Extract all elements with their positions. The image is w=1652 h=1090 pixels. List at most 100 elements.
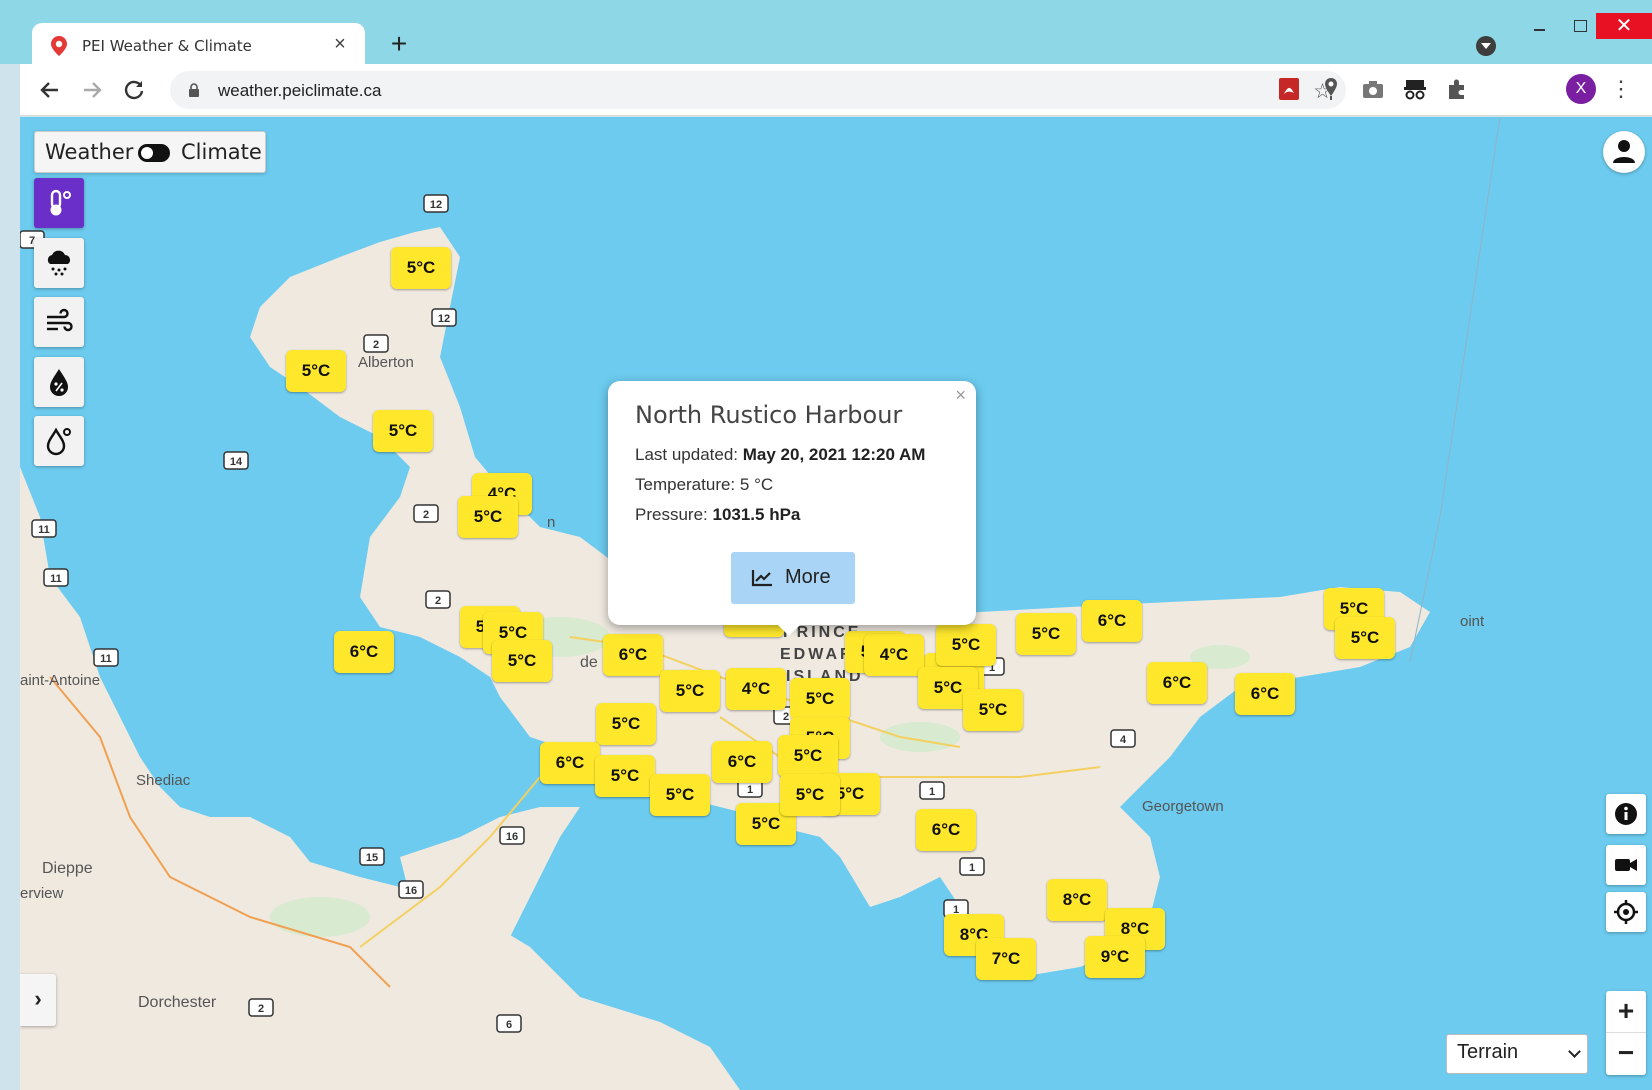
route-shield: 2 [363, 334, 389, 353]
station-temperature-marker[interactable]: 6°C [1235, 673, 1295, 715]
info-icon [1615, 803, 1637, 825]
sidebar-expand-button[interactable]: › [20, 974, 56, 1026]
route-shield-label: 1 [929, 786, 935, 798]
station-temperature-marker[interactable]: 4°C [864, 634, 924, 676]
station-temperature-marker[interactable]: 5°C [458, 496, 518, 538]
route-shield-label: 2 [258, 1003, 264, 1015]
layer-precipitation-button[interactable] [34, 238, 84, 288]
camera-extension-icon[interactable] [1360, 76, 1386, 102]
place-label-summerside-2: de [580, 654, 598, 671]
more-button[interactable]: More [731, 552, 855, 604]
browser-toolbar: weather.peiclimate.ca ☆ X ⋮ [20, 64, 1652, 116]
station-temperature-marker[interactable]: 5°C [936, 624, 996, 666]
station-temperature-marker[interactable]: 8°C [1047, 879, 1107, 921]
route-shield-label: 2 [373, 339, 379, 351]
location-extension-icon[interactable] [1318, 76, 1344, 102]
place-label-dieppe: Dieppe [42, 860, 93, 877]
weather-label[interactable]: Weather [45, 140, 133, 164]
reload-icon[interactable] [120, 76, 148, 104]
basemap-select[interactable]: Terrain [1446, 1034, 1588, 1074]
station-temperature-marker[interactable]: 5°C [650, 774, 710, 816]
tab-search-icon[interactable] [1476, 36, 1496, 56]
thermometer-icon [50, 189, 71, 216]
station-temperature-marker[interactable]: 5°C [373, 410, 433, 452]
address-bar[interactable]: weather.peiclimate.ca ☆ [170, 71, 1346, 109]
route-shield: 2 [425, 590, 451, 609]
maximize-button[interactable] [1560, 13, 1600, 39]
station-temperature-marker[interactable]: 5°C [1335, 617, 1395, 659]
popup-pressure: Pressure: 1031.5 hPa [635, 505, 800, 525]
pdf-extension-icon[interactable] [1276, 76, 1302, 102]
video-camera-icon [1615, 859, 1637, 871]
place-label-n: n [547, 514, 555, 531]
popup-title: North Rustico Harbour [635, 401, 903, 429]
station-temperature-marker[interactable]: 6°C [540, 742, 600, 784]
station-temperature-marker[interactable]: 5°C [596, 703, 656, 745]
tab-close-button[interactable]: × [329, 33, 351, 55]
info-button[interactable] [1606, 794, 1646, 834]
station-temperature-marker[interactable]: 6°C [1082, 600, 1142, 642]
route-shield-label: 1 [969, 862, 975, 874]
weather-climate-toggle: Weather Climate [34, 131, 266, 173]
popup-close-button[interactable]: × [955, 385, 966, 406]
mode-switch[interactable] [138, 144, 170, 162]
user-icon [1613, 140, 1635, 163]
station-temperature-marker[interactable]: 5°C [778, 735, 838, 777]
station-temperature-marker[interactable]: 9°C [1085, 936, 1145, 978]
route-shield: 11 [43, 568, 69, 587]
locate-me-button[interactable] [1606, 892, 1646, 932]
new-tab-button[interactable]: + [384, 29, 414, 59]
layer-temperature-button[interactable] [34, 178, 84, 228]
station-temperature-marker[interactable]: 5°C [660, 670, 720, 712]
user-account-button[interactable] [1603, 131, 1645, 173]
station-temperature-marker[interactable]: 5°C [492, 640, 552, 682]
browser-tab[interactable]: PEI Weather & Climate × [32, 23, 365, 69]
route-shield: 16 [398, 880, 424, 899]
station-temperature-marker[interactable]: 5°C [595, 755, 655, 797]
layer-humidity-button[interactable] [34, 357, 84, 407]
route-shield-label: 11 [100, 653, 112, 665]
zoom-in-button[interactable]: + [1606, 991, 1646, 1033]
station-temperature-marker[interactable]: 6°C [603, 634, 663, 676]
minimize-button[interactable] [1520, 13, 1560, 39]
layer-wind-button[interactable] [34, 297, 84, 347]
route-shield-label: 14 [230, 456, 243, 468]
station-temperature-marker[interactable]: 6°C [1147, 662, 1207, 704]
station-temperature-marker[interactable]: 4°C [726, 668, 786, 710]
wind-icon [47, 308, 73, 332]
window-close-button[interactable]: ✕ [1596, 13, 1652, 39]
route-shield: 11 [93, 648, 119, 667]
route-shield-label: 4 [1120, 734, 1127, 746]
station-temperature-marker[interactable]: 6°C [712, 741, 772, 783]
station-temperature-marker[interactable]: 6°C [916, 809, 976, 851]
station-temperature-marker[interactable]: 6°C [334, 631, 394, 673]
profile-avatar[interactable]: X [1566, 74, 1596, 104]
tab-title: PEI Weather & Climate [82, 37, 252, 55]
route-shield-label: 12 [438, 313, 450, 325]
layer-dew-point-button[interactable] [34, 416, 84, 466]
browser-menu-button[interactable]: ⋮ [1610, 76, 1632, 104]
station-temperature-marker[interactable]: 5°C [286, 350, 346, 392]
map-viewport[interactable]: Alberton PRINCE EDWARD ISLAND Georgetown… [20, 117, 1652, 1090]
station-temperature-marker[interactable]: 5°C [391, 247, 451, 289]
station-temperature-marker[interactable]: 5°C [963, 689, 1023, 731]
url-text: weather.peiclimate.ca [218, 81, 382, 100]
route-shield-label: 16 [405, 885, 417, 897]
station-temperature-marker[interactable]: 7°C [976, 938, 1036, 980]
route-shield: 6 [496, 1014, 522, 1033]
temperature-value: 5 °C [739, 475, 774, 494]
map-pin-icon [51, 36, 67, 56]
puzzle-extensions-icon[interactable] [1444, 76, 1470, 102]
place-label-dorchester: Dorchester [138, 994, 217, 1011]
popup-temperature: Temperature: 5 °C [635, 475, 773, 495]
station-temperature-marker[interactable]: 5°C [790, 678, 850, 720]
webcam-button[interactable] [1606, 845, 1646, 885]
climate-label[interactable]: Climate [181, 140, 262, 164]
zoom-out-button[interactable]: − [1606, 1033, 1646, 1075]
forward-icon[interactable] [78, 76, 106, 104]
back-icon[interactable] [36, 76, 64, 104]
incognito-extension-icon[interactable] [1402, 76, 1428, 102]
station-temperature-marker[interactable]: 5°C [780, 774, 840, 816]
place-label-alberton: Alberton [358, 354, 414, 371]
station-temperature-marker[interactable]: 5°C [1016, 613, 1076, 655]
